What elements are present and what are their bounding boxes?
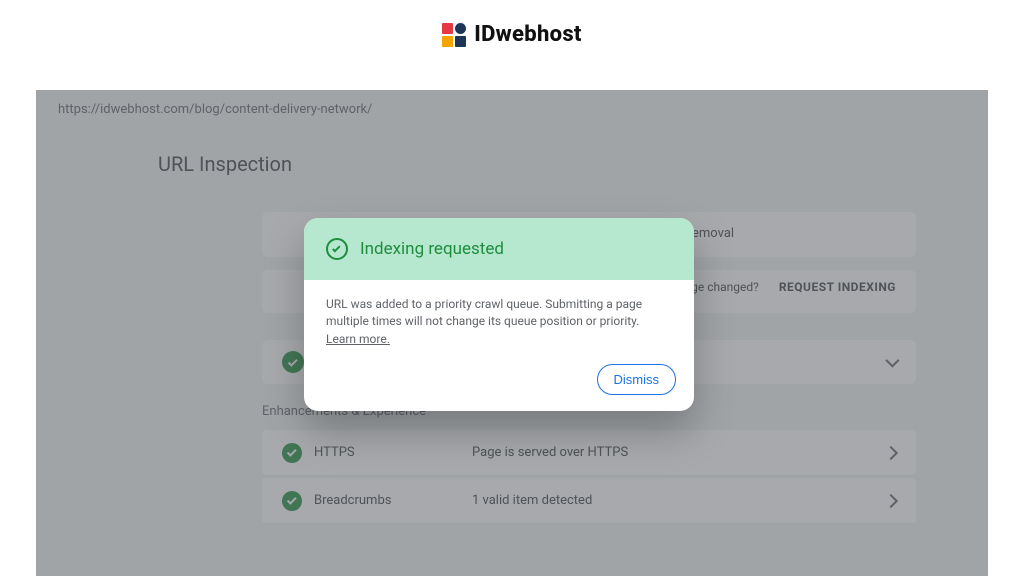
brand-logo: IDwebhost: [0, 0, 1024, 63]
dialog-footer: Dismiss: [304, 352, 694, 411]
brand-logo-mark: [442, 23, 466, 47]
success-check-icon: [326, 238, 348, 260]
dialog-body-text: URL was added to a priority crawl queue.…: [326, 297, 642, 328]
dialog-title: Indexing requested: [360, 239, 504, 259]
indexing-requested-dialog: Indexing requested URL was added to a pr…: [304, 218, 694, 411]
learn-more-link[interactable]: Learn more.: [326, 332, 390, 346]
dialog-header: Indexing requested: [304, 218, 694, 280]
dismiss-button[interactable]: Dismiss: [597, 364, 677, 395]
brand-logo-text: IDwebhost: [474, 22, 581, 47]
dialog-body: URL was added to a priority crawl queue.…: [304, 280, 694, 352]
